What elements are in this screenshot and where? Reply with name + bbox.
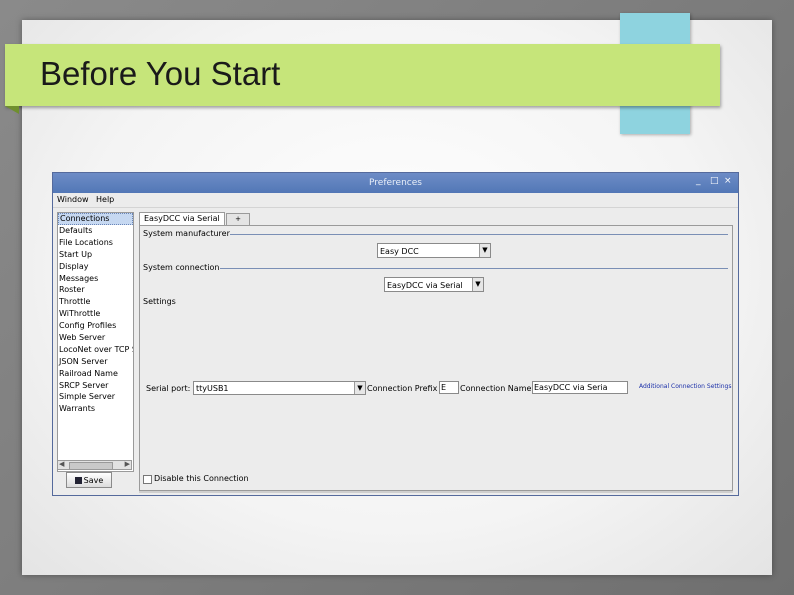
sidebar-item-roster[interactable]: Roster <box>58 284 133 296</box>
sidebar-horizontal-scrollbar[interactable]: ◀ ▶ <box>57 460 132 470</box>
sidebar-item-connections[interactable]: Connections <box>58 213 133 225</box>
save-button-label: Save <box>83 476 104 485</box>
disable-connection-checkbox[interactable] <box>143 475 152 484</box>
serial-port-value: ttyUSB1 <box>196 384 229 393</box>
system-manufacturer-value: Easy DCC <box>380 247 419 256</box>
sidebar-item-srcp-server[interactable]: SRCP Server <box>58 380 133 392</box>
title-banner-fold <box>5 106 19 114</box>
system-manufacturer-label: System manufacturer <box>143 229 230 238</box>
sidebar-item-warrants[interactable]: Warrants <box>58 403 133 415</box>
preferences-sidebar: Connections Defaults File Locations Star… <box>57 212 134 472</box>
window-title: Preferences <box>369 178 422 188</box>
sidebar-item-throttle[interactable]: Throttle <box>58 296 133 308</box>
additional-settings-link[interactable]: Additional Connection Settings <box>639 383 732 390</box>
menu-window[interactable]: Window <box>57 195 89 204</box>
preferences-window: Preferences _ □ × Window Help Connection… <box>52 172 739 496</box>
maximize-icon[interactable]: □ <box>710 176 719 186</box>
section-divider <box>228 234 728 235</box>
system-manufacturer-select[interactable]: Easy DCC ▼ <box>377 243 491 258</box>
connection-prefix-input[interactable]: E <box>439 381 459 394</box>
scrollbar-thumb[interactable] <box>69 462 113 470</box>
tab-easydcc-via-serial[interactable]: EasyDCC via Serial <box>139 212 225 225</box>
status-strip <box>139 491 733 493</box>
settings-label: Settings <box>143 297 176 306</box>
menu-help[interactable]: Help <box>96 195 114 204</box>
chevron-down-icon[interactable]: ▼ <box>472 278 483 291</box>
add-connection-tab[interactable]: + <box>226 213 250 225</box>
connection-content: EasyDCC via Serial + System manufacturer… <box>139 212 733 491</box>
connection-panel: System manufacturer Easy DCC ▼ System co… <box>139 225 733 491</box>
menu-bar: Window Help <box>53 193 738 208</box>
sidebar-item-config-profiles[interactable]: Config Profiles <box>58 320 133 332</box>
window-titlebar[interactable]: Preferences _ □ × <box>53 173 738 193</box>
sidebar-item-loconet-over-tcp[interactable]: LocoNet over TCP S <box>58 344 133 356</box>
slide-title: Before You Start <box>40 55 281 92</box>
connection-name-label: Connection Name: <box>460 384 535 393</box>
disable-connection-label: Disable this Connection <box>154 474 249 483</box>
system-connection-select[interactable]: EasyDCC via Serial ▼ <box>384 277 484 292</box>
floppy-disk-icon <box>74 477 82 484</box>
minimize-icon[interactable]: _ <box>696 176 701 186</box>
sidebar-item-start-up[interactable]: Start Up <box>58 249 133 261</box>
connection-prefix-label: Connection Prefix <box>367 384 438 393</box>
section-divider <box>220 268 728 269</box>
sidebar-item-file-locations[interactable]: File Locations <box>58 237 133 249</box>
save-button[interactable]: Save <box>66 472 112 488</box>
sidebar-item-defaults[interactable]: Defaults <box>58 225 133 237</box>
sidebar-item-withrottle[interactable]: WiThrottle <box>58 308 133 320</box>
serial-port-label: Serial port: <box>146 384 191 393</box>
serial-port-select[interactable]: ttyUSB1 ▼ <box>193 381 366 395</box>
connection-name-input[interactable]: EasyDCC via Seria <box>532 381 628 394</box>
scroll-right-icon[interactable]: ▶ <box>125 460 130 468</box>
sidebar-item-json-server[interactable]: JSON Server <box>58 356 133 368</box>
system-connection-label: System connection <box>143 263 220 272</box>
scroll-left-icon[interactable]: ◀ <box>59 460 64 468</box>
sidebar-item-web-server[interactable]: Web Server <box>58 332 133 344</box>
sidebar-item-simple-server[interactable]: Simple Server <box>58 391 133 403</box>
sidebar-item-display[interactable]: Display <box>58 261 133 273</box>
sidebar-item-railroad-name[interactable]: Railroad Name <box>58 368 133 380</box>
close-icon[interactable]: × <box>724 176 732 186</box>
chevron-down-icon[interactable]: ▼ <box>479 244 490 257</box>
system-connection-value: EasyDCC via Serial <box>387 281 463 290</box>
chevron-down-icon[interactable]: ▼ <box>354 382 365 394</box>
sidebar-item-messages[interactable]: Messages <box>58 273 133 285</box>
